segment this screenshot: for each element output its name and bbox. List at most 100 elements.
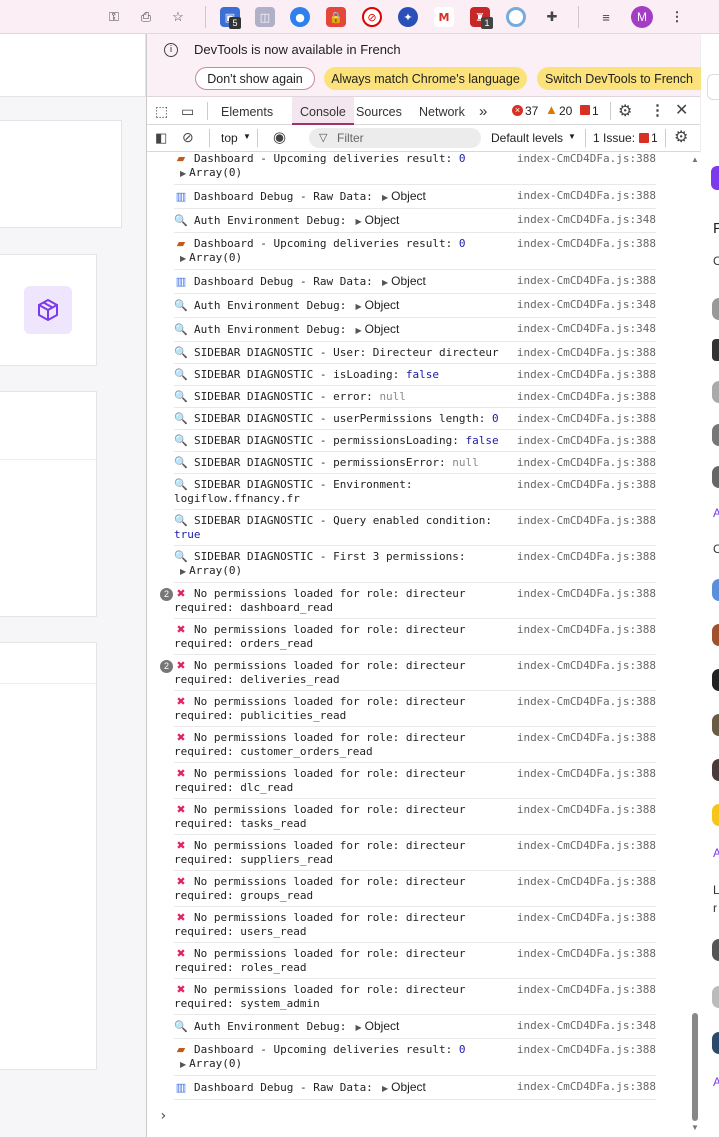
floating-button[interactable] <box>707 74 719 100</box>
error-icon[interactable]: × <box>512 105 523 116</box>
expand-triangle-icon[interactable]: ▶ <box>180 169 186 178</box>
source-link[interactable]: index-CmCD4DFa.js:388 <box>517 514 656 528</box>
profile-avatar[interactable]: M <box>631 6 653 28</box>
source-link[interactable]: index-CmCD4DFa.js:388 <box>517 767 656 781</box>
source-link[interactable]: index-CmCD4DFa.js:388 <box>517 875 656 889</box>
expand-triangle-icon[interactable]: ▶ <box>180 1060 186 1069</box>
block-extension-icon[interactable]: ⊘ <box>362 7 382 27</box>
array-label[interactable]: Array(0) <box>189 1057 242 1070</box>
source-link[interactable]: index-CmCD4DFa.js:388 <box>517 368 656 382</box>
source-link[interactable]: index-CmCD4DFa.js:388 <box>517 839 656 853</box>
accent-tab[interactable] <box>711 166 719 190</box>
source-link[interactable]: index-CmCD4DFa.js:388 <box>517 587 656 601</box>
source-link[interactable]: index-CmCD4DFa.js:388 <box>517 478 656 492</box>
source-link[interactable]: index-CmCD4DFa.js:388 <box>517 623 656 637</box>
array-preview[interactable]: ▶ Array(0) <box>174 1057 656 1072</box>
extension-icon[interactable]: ● <box>290 7 310 27</box>
source-link[interactable]: index-CmCD4DFa.js:388 <box>517 412 656 426</box>
array-label[interactable]: Array(0) <box>189 166 242 179</box>
expand-triangle-icon[interactable]: ▶ <box>180 254 186 263</box>
source-link[interactable]: index-CmCD4DFa.js:388 <box>517 189 656 203</box>
source-link[interactable]: index-CmCD4DFa.js:388 <box>517 237 656 251</box>
install-icon[interactable]: ⎙ <box>137 8 155 26</box>
object-preview[interactable]: Object <box>391 1080 426 1094</box>
source-link[interactable]: index-CmCD4DFa.js:388 <box>517 456 656 470</box>
source-link[interactable]: index-CmCD4DFa.js:388 <box>517 659 656 673</box>
clear-console-icon[interactable]: ⊘ <box>182 129 194 146</box>
issue-flag-icon[interactable] <box>639 133 649 143</box>
object-preview[interactable]: Object <box>391 189 426 203</box>
console-settings-gear-icon[interactable]: ⚙ <box>674 127 688 147</box>
context-selector[interactable]: top <box>221 131 238 145</box>
object-preview[interactable]: Object <box>365 213 400 227</box>
issue-count[interactable]: 1 <box>651 131 658 145</box>
puzzle-icon[interactable]: ✚ <box>543 8 561 26</box>
expand-triangle-icon[interactable]: ▶ <box>353 1023 361 1032</box>
always-match-language-button[interactable]: Always match Chrome's language <box>324 67 527 90</box>
tab-elements[interactable]: Elements <box>221 97 273 125</box>
source-link[interactable]: index-CmCD4DFa.js:388 <box>517 153 656 166</box>
tab-network[interactable]: Network <box>419 97 465 125</box>
expand-triangle-icon[interactable]: ▶ <box>353 217 361 226</box>
warning-count[interactable]: 20 <box>559 104 572 118</box>
source-link[interactable]: index-CmCD4DFa.js:388 <box>517 695 656 709</box>
warning-icon[interactable]: ▲ <box>545 102 558 117</box>
source-link[interactable]: index-CmCD4DFa.js:388 <box>517 947 656 961</box>
filter-input[interactable]: ▽ Filter <box>309 128 481 148</box>
customize-menu-icon[interactable]: ⋮ <box>650 101 665 119</box>
more-menu-icon[interactable]: ⋮ <box>668 8 686 26</box>
extension-icon[interactable] <box>506 7 526 27</box>
console-prompt[interactable]: › <box>159 1108 689 1124</box>
tab-console[interactable]: Console <box>292 97 354 125</box>
bookmark-star-icon[interactable]: ☆ <box>169 8 187 26</box>
source-link[interactable]: index-CmCD4DFa.js:348 <box>517 298 656 312</box>
chevron-down-icon[interactable]: ▼ <box>568 132 576 141</box>
sidebar-toggle-icon[interactable]: ◧ <box>155 130 167 146</box>
array-preview[interactable]: ▶ Array(0) <box>174 564 656 579</box>
object-preview[interactable]: Object <box>365 322 400 336</box>
extension-icon[interactable]: ◫ <box>255 7 275 27</box>
source-link[interactable]: index-CmCD4DFa.js:388 <box>517 274 656 288</box>
source-link[interactable]: index-CmCD4DFa.js:388 <box>517 346 656 360</box>
source-link[interactable]: index-CmCD4DFa.js:388 <box>517 731 656 745</box>
expand-triangle-icon[interactable]: ▶ <box>353 326 361 335</box>
settings-gear-icon[interactable]: ⚙ <box>618 101 632 121</box>
object-preview[interactable]: Object <box>365 1019 400 1033</box>
object-preview[interactable]: Object <box>365 298 400 312</box>
expand-triangle-icon[interactable]: ▶ <box>379 1084 388 1093</box>
tab-sources[interactable]: Sources <box>356 97 402 125</box>
chevron-down-icon[interactable]: ▼ <box>243 132 251 141</box>
source-link[interactable]: index-CmCD4DFa.js:388 <box>517 434 656 448</box>
array-preview[interactable]: ▶ Array(0) <box>174 251 656 266</box>
key-icon[interactable]: ⚿ <box>105 8 123 26</box>
array-preview[interactable]: ▶ Array(0) <box>174 166 656 181</box>
source-link[interactable]: index-CmCD4DFa.js:348 <box>517 322 656 336</box>
close-devtools-icon[interactable]: ✕ <box>675 100 688 120</box>
dont-show-again-button[interactable]: Don't show again <box>195 67 315 90</box>
source-link[interactable]: index-CmCD4DFa.js:388 <box>517 1080 656 1094</box>
source-link[interactable]: index-CmCD4DFa.js:388 <box>517 550 656 564</box>
source-link[interactable]: index-CmCD4DFa.js:348 <box>517 1019 656 1033</box>
console-scrollbar[interactable]: ▲ ▼ <box>689 153 701 1137</box>
extension-icon[interactable]: ✦ <box>398 7 418 27</box>
issues-link[interactable]: 1 Issue: <box>593 131 635 145</box>
source-link[interactable]: index-CmCD4DFa.js:388 <box>517 803 656 817</box>
expand-triangle-icon[interactable]: ▶ <box>180 567 186 576</box>
lock-extension-icon[interactable]: 🔒 <box>326 7 346 27</box>
issue-flag-icon[interactable] <box>580 105 590 115</box>
issues-count[interactable]: 1 <box>592 104 599 118</box>
gmail-icon[interactable]: M <box>434 7 454 27</box>
media-icon[interactable]: ≡ <box>597 8 615 26</box>
array-label[interactable]: Array(0) <box>189 251 242 264</box>
switch-devtools-french-button[interactable]: Switch DevTools to French <box>537 67 701 90</box>
error-count[interactable]: 37 <box>525 104 538 118</box>
expand-triangle-icon[interactable]: ▶ <box>379 278 388 287</box>
expand-triangle-icon[interactable]: ▶ <box>353 302 361 311</box>
more-tabs-button[interactable]: » <box>479 97 487 125</box>
log-levels-dropdown[interactable]: Default levels <box>491 131 563 145</box>
inspect-element-icon[interactable]: ⬚ <box>155 103 168 120</box>
expand-triangle-icon[interactable]: ▶ <box>379 193 388 202</box>
source-link[interactable]: index-CmCD4DFa.js:348 <box>517 213 656 227</box>
object-preview[interactable]: Object <box>391 274 426 288</box>
device-toolbar-icon[interactable]: ▭ <box>181 103 194 120</box>
